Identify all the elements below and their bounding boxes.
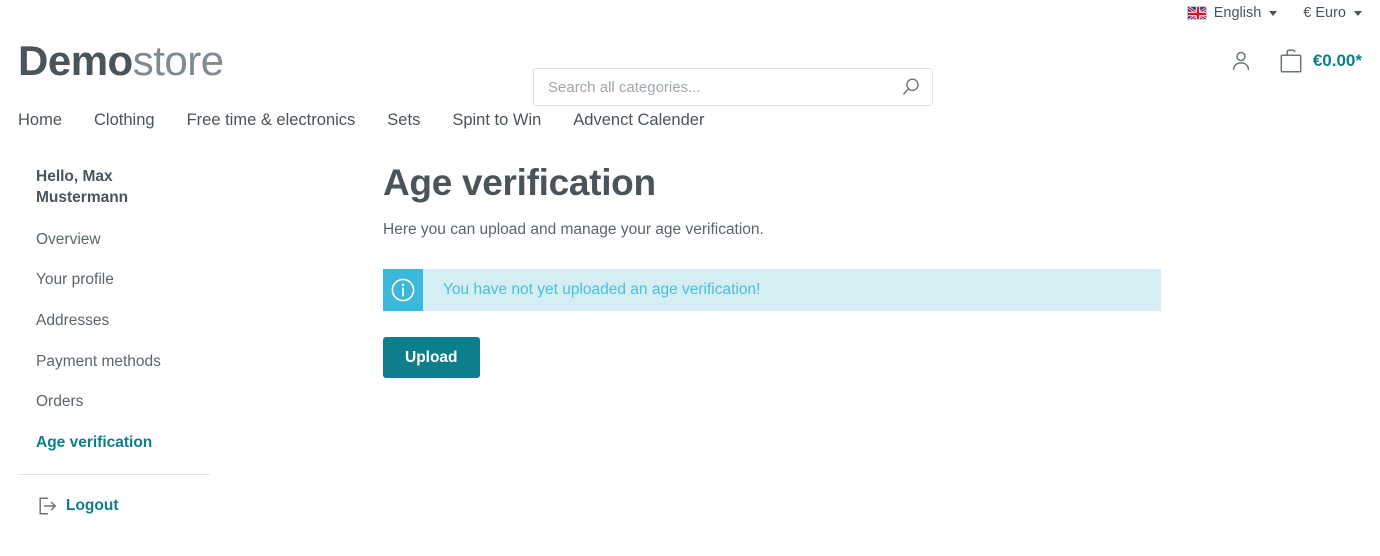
- nav-item-free-time-electronics[interactable]: Free time & electronics: [171, 112, 372, 129]
- logout-icon: [39, 497, 56, 515]
- language-selector[interactable]: English: [1186, 4, 1278, 21]
- shopping-bag-icon: [1280, 49, 1302, 73]
- logo-light-text: store: [132, 37, 224, 84]
- site-header: Demostore €0.00*: [0, 26, 1380, 106]
- sidebar-item-addresses[interactable]: Addresses: [36, 312, 210, 331]
- search-input[interactable]: [533, 68, 933, 106]
- currency-label: € Euro: [1303, 4, 1346, 21]
- alert-message: You have not yet uploaded an age verific…: [443, 280, 761, 298]
- uk-flag-icon: [1186, 6, 1207, 20]
- page-subtitle: Here you can upload and manage your age …: [383, 220, 764, 238]
- logo-bold-text: Demo: [18, 37, 133, 84]
- nav-item-sets[interactable]: Sets: [371, 112, 436, 129]
- search-button[interactable]: [890, 69, 932, 105]
- search-bar: [533, 68, 933, 106]
- account-sidebar: Hello, Max Mustermann Overview Your prof…: [18, 144, 210, 517]
- nav-item-spint-to-win[interactable]: Spint to Win: [436, 112, 557, 129]
- sidebar-item-overview[interactable]: Overview: [36, 231, 210, 250]
- page-title: Age verification: [383, 162, 656, 203]
- info-alert: You have not yet uploaded an age verific…: [383, 268, 1161, 311]
- top-utility-bar: English € Euro: [0, 0, 1380, 26]
- search-icon: [903, 78, 919, 95]
- sidebar-item-your-profile[interactable]: Your profile: [36, 271, 210, 290]
- sidebar-item-age-verification[interactable]: Age verification: [36, 434, 210, 453]
- page-body: Hello, Max Mustermann Overview Your prof…: [0, 144, 1380, 517]
- chevron-down-icon: [1354, 10, 1362, 16]
- sidebar-item-payment-methods[interactable]: Payment methods: [36, 353, 210, 372]
- account-button[interactable]: [1229, 49, 1253, 73]
- alert-icon-container: [383, 268, 423, 311]
- logout-button[interactable]: Logout: [36, 495, 210, 517]
- logout-label: Logout: [66, 497, 119, 515]
- header-actions: €0.00*: [1229, 26, 1362, 96]
- sidebar-greeting: Hello, Max Mustermann: [36, 168, 129, 207]
- site-logo[interactable]: Demostore: [18, 40, 224, 82]
- currency-selector[interactable]: € Euro: [1303, 6, 1362, 21]
- sidebar-item-orders[interactable]: Orders: [36, 393, 210, 412]
- user-icon: [1232, 51, 1249, 71]
- upload-button[interactable]: Upload: [383, 336, 480, 378]
- nav-item-advenct-calender[interactable]: Advenct Calender: [557, 112, 720, 129]
- chevron-down-icon: [1269, 10, 1278, 16]
- language-label: English: [1213, 4, 1262, 21]
- cart-amount-label: €0.00*: [1312, 51, 1362, 70]
- main-content: Age verification Here you can upload and…: [210, 144, 1362, 517]
- uk-flag-svg: [1187, 7, 1206, 19]
- cart-button[interactable]: €0.00*: [1279, 48, 1362, 74]
- nav-item-home[interactable]: Home: [18, 112, 78, 129]
- nav-item-clothing[interactable]: Clothing: [78, 112, 171, 129]
- info-circle-icon: [391, 278, 415, 301]
- sidebar-divider: [18, 474, 210, 476]
